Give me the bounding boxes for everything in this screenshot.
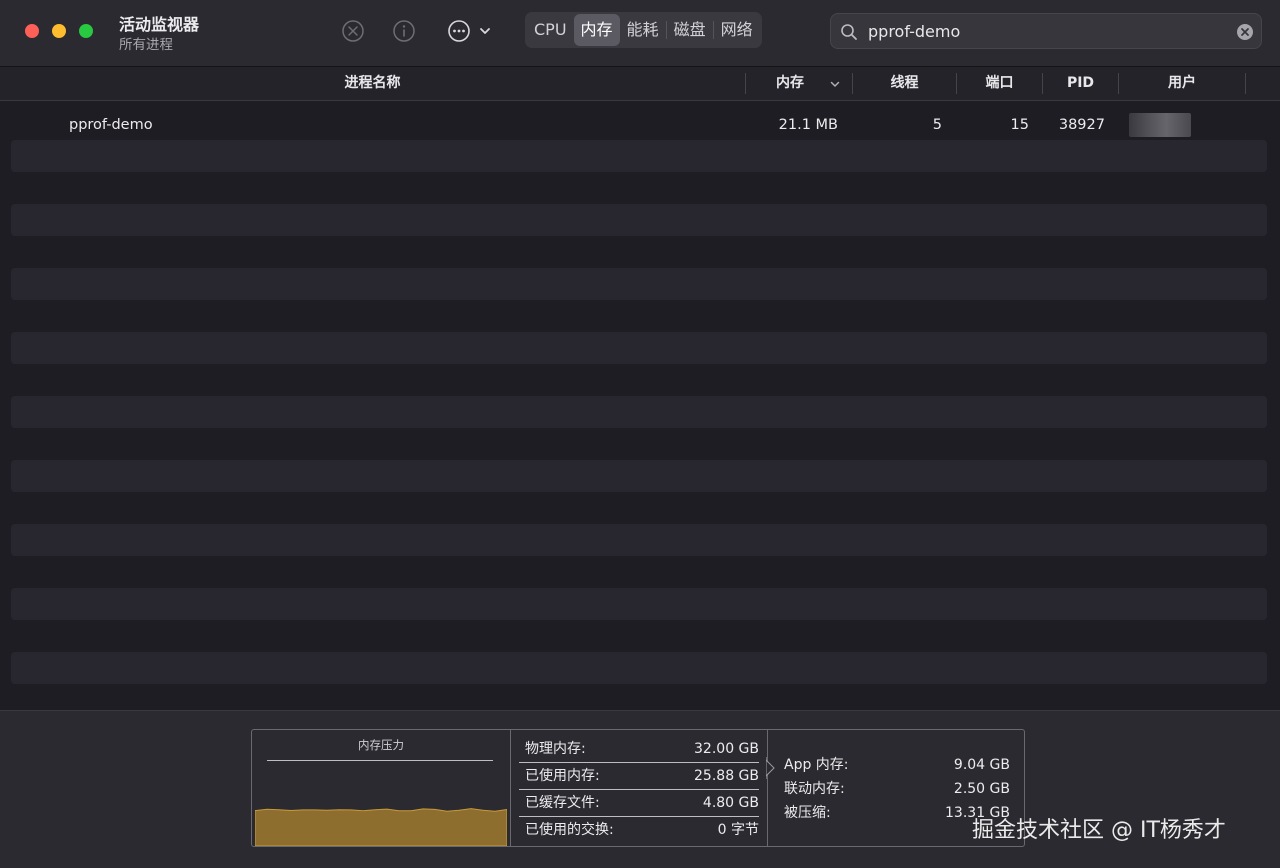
threads-cell: 5 (932, 117, 942, 133)
table-row-stripe (11, 332, 1267, 364)
stat-label: 已缓存文件: (525, 795, 600, 811)
stat-value: 2.50 GB (953, 781, 1010, 797)
memory-stats-main: 物理内存: 32.00 GB 已使用内存: 25.88 GB 已缓存文件: 4.… (511, 730, 768, 846)
user-cell-redacted (1129, 113, 1191, 137)
stat-label: 已使用的交换: (525, 822, 614, 838)
memory-stats-box: 内存压力 物理内存: 32.00 GB 已使用内存: 25.88 GB 已缓存文… (251, 729, 1025, 847)
stat-label: 被压缩: (784, 805, 831, 821)
search-input[interactable] (866, 14, 1230, 50)
table-row[interactable]: pprof-demo 21.1 MB 5 15 38927 (0, 109, 1280, 141)
memory-pressure-graph (255, 808, 507, 846)
tab-network[interactable]: 网络 (714, 14, 760, 46)
memory-pressure-title: 内存压力 (358, 738, 404, 752)
toolbar: 活动监视器 所有进程 CPU 内存 能耗 磁盘 网络 (0, 0, 1280, 67)
zoom-window-button[interactable] (79, 24, 93, 38)
stop-process-icon[interactable] (341, 19, 365, 43)
clear-icon[interactable] (1236, 23, 1254, 41)
table-row-stripe (11, 204, 1267, 236)
stat-value: 9.04 GB (953, 757, 1010, 773)
more-options-icon[interactable] (447, 19, 471, 43)
stat-value: 25.88 GB (694, 768, 759, 784)
stat-app-memory: App 内存: 9.04 GB (784, 753, 1010, 777)
watermark: 掘金技术社区 @ IT杨秀才 (972, 818, 1226, 843)
sort-descending-icon[interactable] (829, 78, 841, 90)
search-field[interactable] (830, 13, 1262, 50)
stat-swap-used: 已使用的交换: 0 字节 (519, 817, 759, 843)
pid-cell: 38927 (1058, 117, 1105, 133)
stat-label: 物理内存: (525, 741, 586, 757)
memory-summary-panel: 内存压力 物理内存: 32.00 GB 已使用内存: 25.88 GB 已缓存文… (0, 710, 1280, 868)
stat-wired-memory: 联动内存: 2.50 GB (784, 777, 1010, 801)
chevron-down-icon[interactable] (478, 19, 492, 43)
table-header: 进程名称 内存 线程 端口 PID 用户 (0, 67, 1280, 101)
column-header-process-name[interactable]: 进程名称 (0, 67, 745, 100)
column-divider[interactable] (1245, 73, 1246, 94)
column-header-user[interactable]: 用户 (1119, 67, 1245, 100)
stat-value: 4.80 GB (702, 795, 759, 811)
table-row-stripe (11, 140, 1267, 172)
process-table: pprof-demo 21.1 MB 5 15 38927 (0, 101, 1280, 710)
search-icon (841, 24, 857, 40)
column-header-threads[interactable]: 线程 (853, 67, 956, 100)
table-row-stripe (11, 268, 1267, 300)
table-row-stripe (11, 396, 1267, 428)
stat-label: 已使用内存: (525, 768, 600, 784)
tab-cpu[interactable]: CPU (527, 14, 574, 46)
column-header-memory[interactable]: 内存 (746, 67, 834, 100)
column-header-ports[interactable]: 端口 (957, 67, 1042, 100)
tab-memory[interactable]: 内存 (573, 14, 620, 46)
pressure-graph-top-line (267, 760, 493, 761)
stat-label: App 内存: (784, 757, 849, 773)
stat-cached-files: 已缓存文件: 4.80 GB (519, 790, 759, 817)
stat-value: 0 字节 (717, 822, 759, 838)
process-name-cell: pprof-demo (69, 117, 153, 133)
app-title: 活动监视器 (119, 15, 200, 34)
stat-physical-memory: 物理内存: 32.00 GB (519, 736, 759, 763)
table-row-stripe (11, 524, 1267, 556)
column-header-pid[interactable]: PID (1043, 67, 1118, 100)
view-subtitle[interactable]: 所有进程 (119, 33, 173, 53)
memory-pressure-section: 内存压力 (252, 730, 511, 846)
tab-energy[interactable]: 能耗 (620, 14, 666, 46)
minimize-window-button[interactable] (52, 24, 66, 38)
stat-used-memory: 已使用内存: 25.88 GB (519, 763, 759, 790)
breakdown-pointer-icon (766, 757, 775, 779)
table-row-stripe (11, 588, 1267, 620)
stat-value: 32.00 GB (694, 741, 759, 757)
close-window-button[interactable] (25, 24, 39, 38)
stat-label: 联动内存: (784, 781, 845, 797)
tab-disk[interactable]: 磁盘 (667, 14, 713, 46)
info-icon[interactable] (392, 19, 416, 43)
memory-cell: 21.1 MB (778, 117, 838, 133)
category-tabs: CPU 内存 能耗 磁盘 网络 (525, 12, 762, 48)
ports-cell: 15 (1010, 117, 1029, 133)
table-row-stripe (11, 460, 1267, 492)
table-row-stripe (11, 652, 1267, 684)
